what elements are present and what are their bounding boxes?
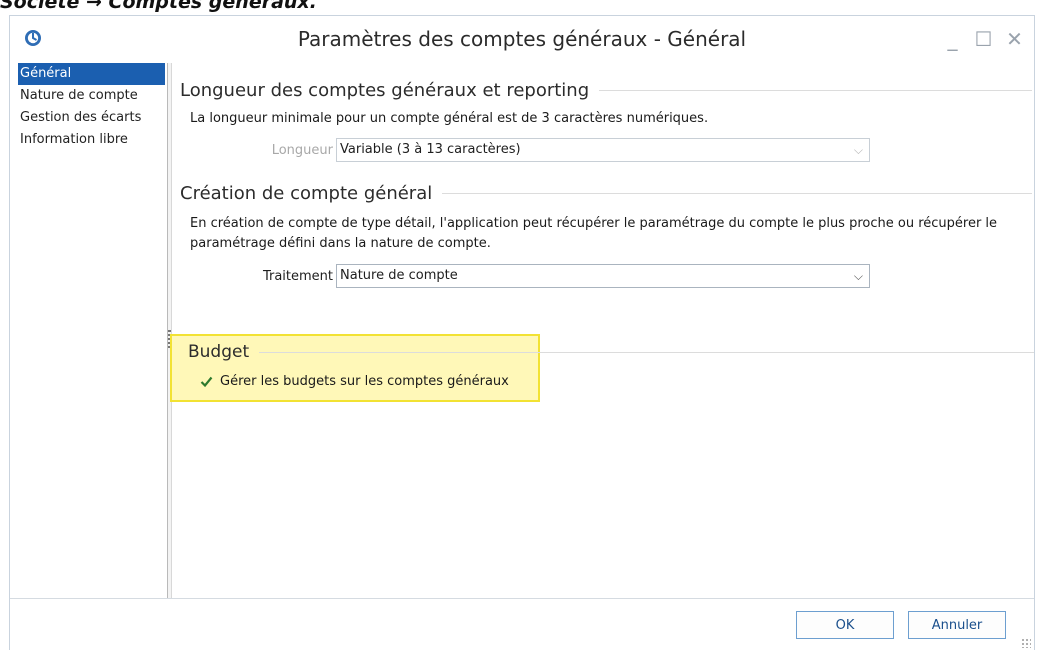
section-title-budget: Budget: [188, 342, 250, 362]
cancel-button[interactable]: Annuler: [908, 611, 1006, 639]
budget-checkbox[interactable]: [199, 374, 214, 389]
section-title-longueur: Longueur des comptes généraux et reporti…: [180, 79, 590, 101]
traitement-select-value: Nature de compte: [340, 268, 458, 283]
chevron-down-icon: ⌵: [853, 143, 863, 157]
budget-checkbox-label: Gérer les budgets sur les comptes généra…: [220, 374, 509, 389]
section-description-longueur: La longueur minimale pour un compte géné…: [190, 111, 709, 126]
chevron-down-icon: ⌵: [853, 269, 863, 283]
settings-dialog: Paramètres des comptes généraux - Généra…: [9, 15, 1035, 651]
maximize-button[interactable]: ☐: [968, 24, 999, 54]
checkmark-icon: [200, 376, 213, 388]
section-divider: [442, 192, 1032, 194]
section-header-creation: Création de compte général: [180, 180, 1032, 206]
settings-nav: Général Nature de compte Gestion des éca…: [18, 63, 165, 614]
field-label-traitement: Traitement: [262, 268, 333, 284]
window-title: Paramètres des comptes généraux - Généra…: [297, 27, 747, 51]
field-row-longueur: Longueur Variable (3 à 13 caractères) ⌵: [190, 138, 870, 162]
section-header-longueur: Longueur des comptes généraux et reporti…: [180, 77, 1032, 103]
resize-grip-icon[interactable]: [1021, 638, 1031, 648]
section-divider: [259, 351, 1034, 353]
traitement-select[interactable]: Nature de compte ⌵: [336, 264, 870, 288]
field-label-longueur: Longueur: [271, 142, 333, 158]
longueur-select-value: Variable (3 à 13 caractères): [340, 142, 521, 157]
sidebar-item-general[interactable]: Général: [18, 63, 165, 85]
ok-button[interactable]: OK: [796, 611, 894, 639]
sidebar-item-gestion-des-ecarts[interactable]: Gestion des écarts: [18, 107, 165, 129]
sidebar-item-nature-de-compte[interactable]: Nature de compte: [18, 85, 165, 107]
title-bar: Paramètres des comptes généraux - Généra…: [10, 16, 1034, 62]
section-divider: [599, 89, 1032, 91]
longueur-select[interactable]: Variable (3 à 13 caractères) ⌵: [336, 138, 870, 162]
section-description-creation: En création de compte de type détail, l'…: [190, 216, 998, 251]
field-row-traitement: Traitement Nature de compte ⌵: [190, 264, 870, 288]
sidebar-item-information-libre[interactable]: Information libre: [18, 129, 165, 151]
document-caption: Société → Comptes généraux.: [0, 0, 317, 13]
dialog-footer: OK Annuler: [10, 598, 1034, 651]
close-button[interactable]: ✕: [999, 24, 1030, 54]
budget-checkbox-row[interactable]: Gérer les budgets sur les comptes généra…: [199, 374, 509, 389]
minimize-button[interactable]: _: [937, 24, 968, 54]
section-header-budget: Budget: [188, 339, 1034, 365]
window-controls: _ ☐ ✕: [937, 24, 1030, 54]
section-title-creation: Création de compte général: [180, 182, 433, 204]
